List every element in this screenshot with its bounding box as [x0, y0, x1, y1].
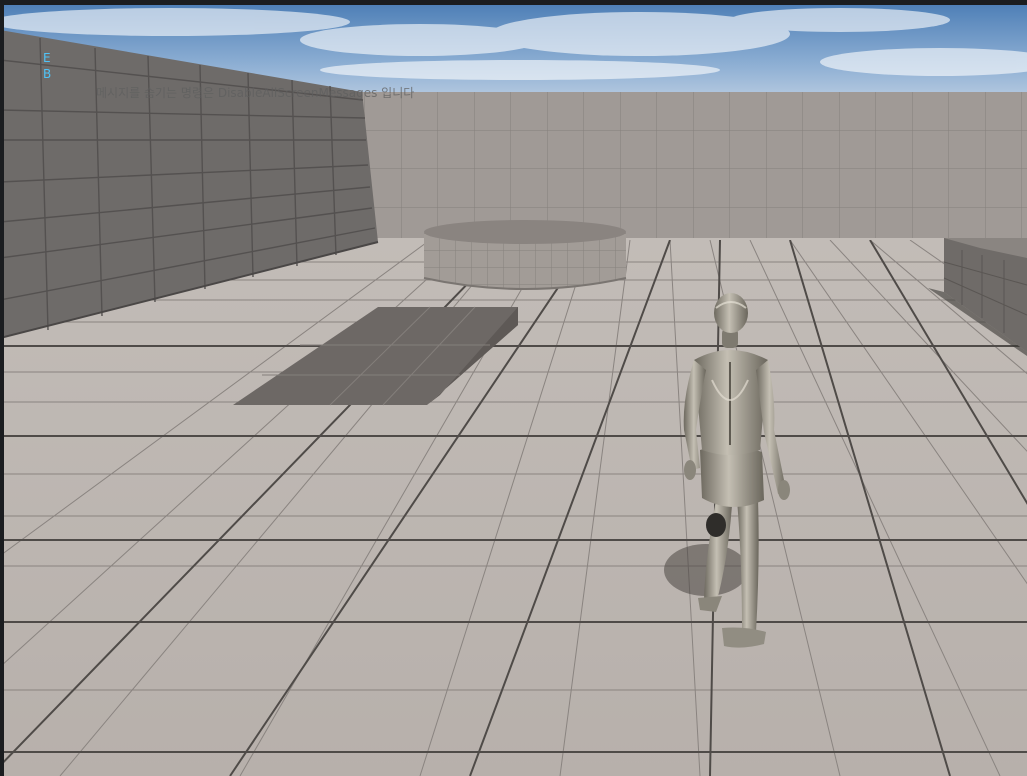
left-border [0, 0, 4, 776]
disable-messages-hint: 메시지를 숨기는 명령은 DisableAllScreenMessages 입니… [96, 86, 415, 100]
top-border [0, 0, 1027, 5]
screen-debug-message: E [43, 51, 52, 65]
cylinder-platform [423, 220, 627, 290]
game-viewport[interactable]: E B 메시지를 숨기는 명령은 DisableAllScreenMessage… [0, 0, 1027, 776]
back-wall [355, 92, 1027, 244]
screen-debug-message: B [43, 67, 52, 81]
scene-render [0, 0, 1027, 776]
